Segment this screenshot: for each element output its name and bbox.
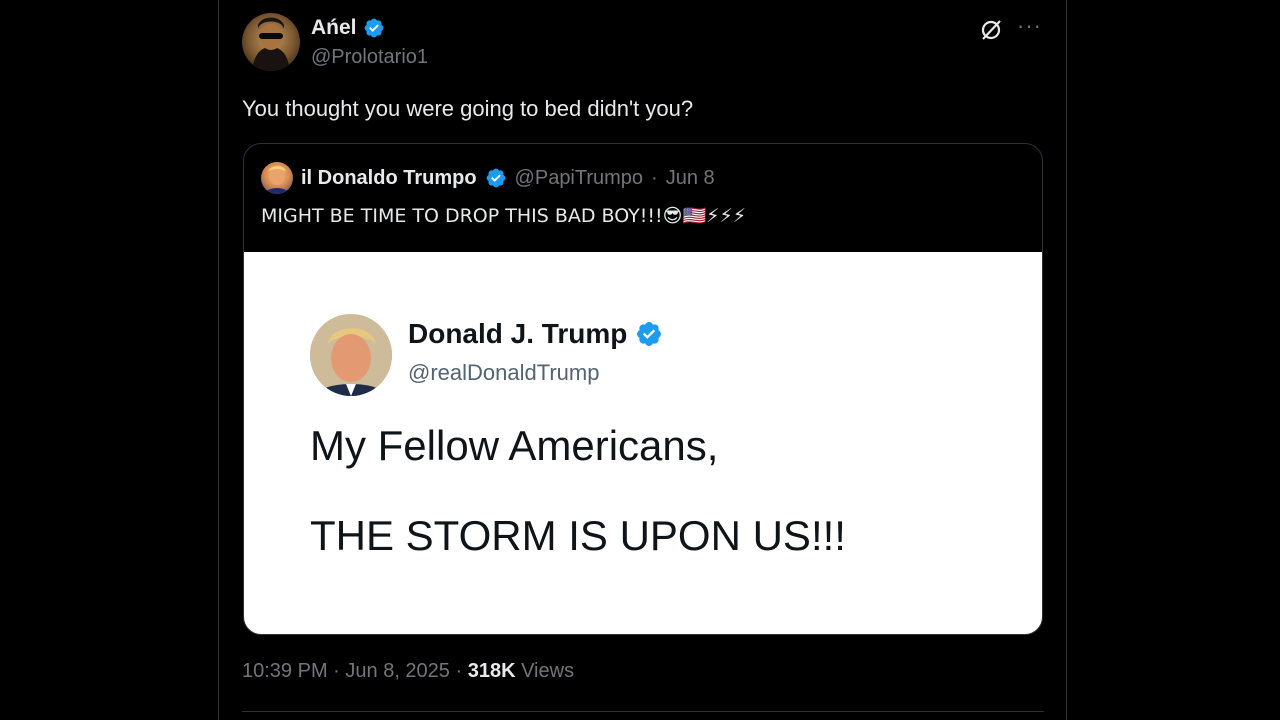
media-avatar — [310, 314, 392, 396]
author-handle[interactable]: @Prolotario1 — [311, 46, 428, 69]
quote-text: MIGHT BE TIME TO DROP THIS BAD BOY!!!😎🇺🇸… — [261, 205, 747, 227]
tweet-footer: 10:39 PM · Jun 8, 2025 · 318K Views — [242, 660, 574, 683]
tweet-text: You thought you were going to bed didn't… — [242, 96, 694, 121]
quote-separator: · — [651, 166, 658, 189]
tweet-date[interactable]: Jun 8, 2025 — [345, 660, 450, 682]
divider — [242, 711, 1044, 712]
author-name[interactable]: Ańel — [311, 16, 385, 40]
quote-header: il Donaldo Trumpo @PapiTrumpo · Jun 8 — [261, 162, 715, 194]
verified-badge-icon — [486, 168, 505, 188]
quote-media-image[interactable]: Donald J. Trump @realDonaldTrump My Fell… — [244, 252, 1042, 634]
quote-author-avatar[interactable] — [261, 162, 293, 194]
media-text-line2: THE STORM IS UPON US!!! — [310, 512, 846, 559]
author-avatar[interactable] — [242, 13, 300, 71]
quote-author-name[interactable]: il Donaldo Trumpo — [301, 167, 477, 190]
verified-badge-icon — [364, 18, 383, 38]
quote-author-handle[interactable]: @PapiTrumpo — [515, 167, 644, 190]
verified-badge-icon — [637, 322, 662, 346]
media-text-line1: My Fellow Americans, — [310, 422, 719, 469]
views-count[interactable]: 318K — [468, 660, 516, 682]
footer-separator: · — [333, 660, 346, 682]
media-author-handle: @realDonaldTrump — [408, 360, 600, 385]
media-author-name: Donald J. Trump — [408, 318, 663, 350]
views-label: Views — [521, 660, 575, 682]
footer-separator: · — [455, 660, 468, 682]
quoted-tweet[interactable]: il Donaldo Trumpo @PapiTrumpo · Jun 8 MI… — [243, 143, 1043, 635]
more-icon[interactable]: ··· — [1017, 14, 1041, 38]
grok-icon[interactable] — [979, 18, 1003, 42]
tweet-column: Ańel @Prolotario1 ··· You thought you we… — [218, 0, 1067, 720]
tweet-time[interactable]: 10:39 PM — [242, 660, 328, 682]
quote-date[interactable]: Jun 8 — [666, 167, 715, 190]
